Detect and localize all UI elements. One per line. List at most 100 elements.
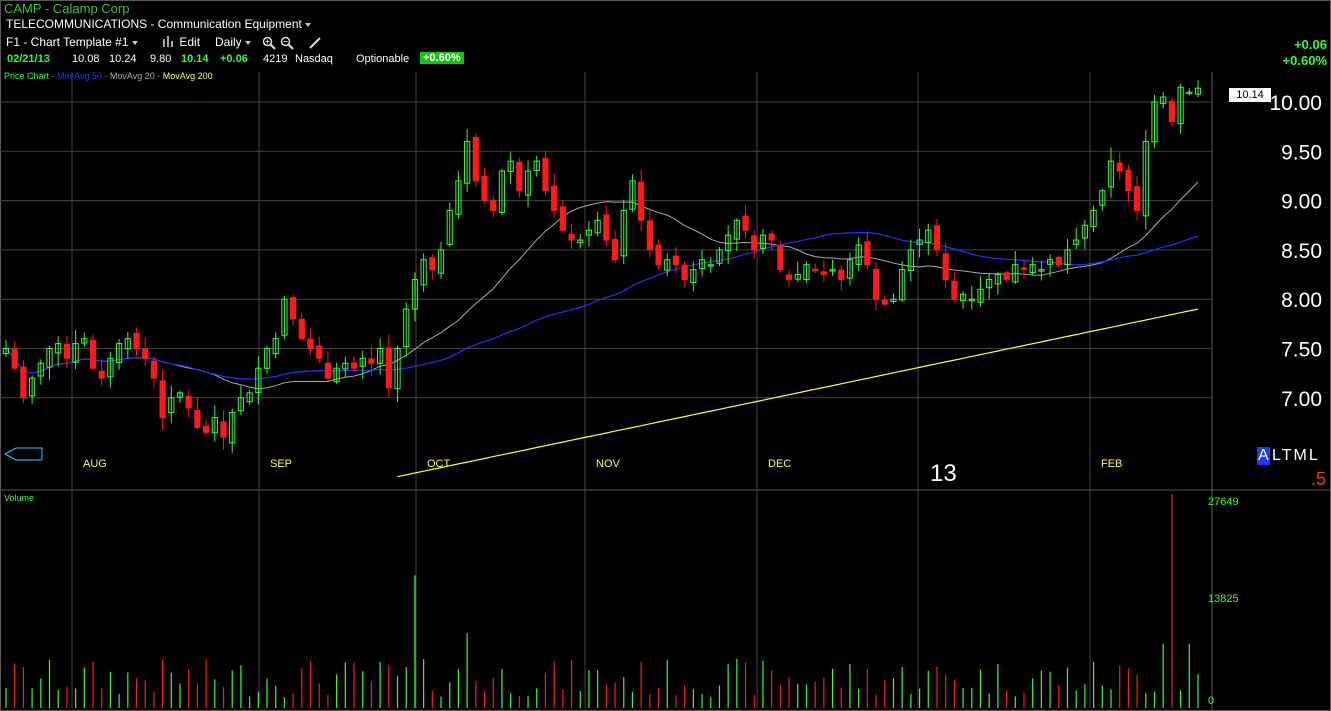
price-tick-label: 7.50	[1281, 339, 1322, 362]
candle	[1081, 219, 1088, 250]
candle	[899, 261, 906, 303]
candle	[229, 408, 236, 454]
month-label: AUG	[83, 458, 107, 470]
candle	[585, 220, 593, 247]
candle	[1090, 205, 1097, 233]
candle	[751, 230, 758, 260]
candle	[1116, 152, 1123, 180]
candle	[290, 294, 297, 326]
ma50-line	[5, 231, 1199, 380]
candle	[394, 345, 401, 403]
price-tick-label: 8.50	[1281, 240, 1322, 263]
candle	[777, 240, 784, 274]
scale-badge: .5	[1311, 469, 1327, 489]
candle	[655, 239, 662, 270]
candle	[107, 351, 114, 388]
candle	[507, 152, 514, 185]
candle	[968, 285, 975, 310]
candle	[133, 327, 140, 356]
candle	[1151, 94, 1158, 149]
candle	[455, 171, 462, 219]
candle	[98, 358, 105, 386]
price-chart[interactable]: 7.00 7.50 8.00 8.50 9.00 9.50 10.00 AUG SEP OCT NO…	[0, 0, 1331, 711]
candle	[20, 360, 27, 404]
volume-tick-label: 13825	[1208, 593, 1239, 605]
candle	[638, 169, 645, 232]
candle	[89, 334, 97, 372]
candle	[1186, 88, 1193, 96]
candle	[733, 218, 740, 251]
candle	[951, 271, 958, 303]
candle	[1012, 250, 1019, 285]
candle	[316, 336, 323, 364]
candle	[794, 261, 801, 283]
candle	[255, 356, 262, 405]
candle	[211, 405, 218, 442]
candle	[846, 252, 854, 286]
candle	[1142, 130, 1149, 230]
candle	[411, 272, 419, 322]
candle	[1099, 188, 1106, 211]
candle	[803, 261, 810, 284]
candle	[933, 218, 941, 257]
candle	[829, 259, 836, 277]
candle	[1177, 83, 1184, 134]
candle	[281, 295, 288, 340]
candle	[611, 230, 619, 264]
candle	[716, 246, 723, 267]
candle	[881, 295, 888, 307]
candle	[855, 237, 862, 272]
candle	[150, 356, 158, 389]
ma200-line	[397, 308, 1199, 478]
candle	[872, 262, 880, 311]
price-tick-label: 7.00	[1281, 388, 1322, 411]
candle	[629, 174, 636, 213]
candle	[646, 208, 653, 258]
candle	[551, 172, 558, 217]
candle	[1107, 147, 1115, 198]
candle	[342, 356, 349, 378]
candle	[942, 242, 949, 289]
volume-label: Volume	[4, 493, 35, 503]
candle	[812, 263, 819, 273]
candle	[742, 205, 749, 239]
candle	[681, 261, 688, 288]
candle	[603, 205, 610, 246]
candle	[472, 133, 479, 187]
candle	[298, 312, 305, 341]
candle	[490, 195, 497, 218]
candle	[1168, 97, 1175, 127]
candle	[1160, 92, 1167, 109]
candle	[55, 336, 62, 367]
candle	[420, 253, 427, 293]
last-price-tag: 10.14	[1229, 88, 1271, 102]
candle	[72, 329, 79, 370]
candle	[437, 241, 445, 279]
candle	[986, 272, 993, 300]
month-label: SEP	[270, 458, 292, 470]
candle	[481, 167, 488, 204]
candle	[464, 128, 471, 193]
candle	[185, 389, 192, 418]
candle	[594, 211, 601, 237]
ltml-label: LTML	[1272, 447, 1320, 464]
candle	[820, 260, 827, 282]
year-label: 13	[930, 460, 957, 487]
scroll-arrow-icon[interactable]	[4, 447, 44, 461]
candle	[1125, 164, 1132, 203]
volume-tick-label: 0	[1208, 695, 1214, 707]
candle	[324, 350, 332, 382]
candle	[46, 345, 53, 381]
candle	[1003, 270, 1010, 282]
candle	[890, 293, 897, 304]
candle	[559, 200, 566, 234]
volume-tick-label: 27649	[1208, 496, 1239, 508]
candle	[498, 168, 506, 216]
candle	[11, 341, 18, 372]
candle	[1020, 259, 1028, 279]
candle	[838, 265, 845, 291]
alert-badge[interactable]: A	[1257, 447, 1270, 465]
candle	[1133, 175, 1141, 221]
candle	[907, 239, 914, 282]
candle	[194, 397, 201, 430]
